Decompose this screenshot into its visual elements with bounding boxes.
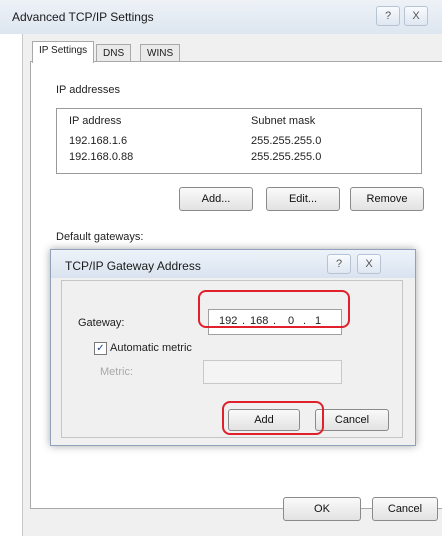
default-gateways-title: Default gateways: <box>56 231 144 243</box>
help-button[interactable]: ? <box>376 6 400 26</box>
remove-ip-button[interactable]: Remove <box>350 187 424 211</box>
gateway-cancel-button[interactable]: Cancel <box>315 409 389 431</box>
checkmark-icon: ✓ <box>96 343 105 354</box>
gateway-field-highlight <box>198 290 350 328</box>
mask-cell: 255.255.255.0 <box>251 151 322 163</box>
column-header-ip: IP address <box>69 115 122 127</box>
edit-ip-button[interactable]: Edit... <box>266 187 340 211</box>
add-ip-button[interactable]: Add... <box>179 187 253 211</box>
close-icon: X <box>365 258 373 270</box>
gateway-label: Gateway: <box>78 317 125 329</box>
automatic-metric-checkbox[interactable]: ✓ <box>94 342 107 355</box>
ip-address-list[interactable]: IP address Subnet mask 192.168.1.6 255.2… <box>56 108 422 174</box>
close-button[interactable]: X <box>404 6 428 26</box>
metric-field <box>203 360 342 384</box>
window-title: Advanced TCP/IP Settings <box>12 10 154 24</box>
column-header-mask: Subnet mask <box>251 115 316 127</box>
dialog-title-bar: TCP/IP Gateway Address ? X <box>51 250 415 278</box>
ip-addresses-title: IP addresses <box>56 84 121 96</box>
ip-cell: 192.168.0.88 <box>69 151 134 163</box>
help-icon: ? <box>335 258 343 270</box>
ip-cell: 192.168.1.6 <box>69 135 128 147</box>
dialog-title: TCP/IP Gateway Address <box>65 259 201 273</box>
mask-cell: 255.255.255.0 <box>251 135 322 147</box>
table-row[interactable]: 192.168.1.6 255.255.255.0 <box>57 133 421 149</box>
ok-button[interactable]: OK <box>283 497 361 521</box>
dialog-close-button[interactable]: X <box>357 254 381 274</box>
tab-ip-settings[interactable]: IP Settings <box>32 41 95 63</box>
add-button-highlight <box>222 401 324 435</box>
table-row[interactable]: 192.168.0.88 255.255.255.0 <box>57 149 421 165</box>
dialog-help-button[interactable]: ? <box>327 254 351 274</box>
close-icon: X <box>412 10 420 22</box>
outer-title-bar: Advanced TCP/IP Settings ? X <box>0 0 442 34</box>
footer-cancel-button[interactable]: Cancel <box>372 497 438 521</box>
help-icon: ? <box>384 10 392 22</box>
automatic-metric-label: Automatic metric <box>110 342 192 354</box>
metric-label: Metric: <box>100 366 133 378</box>
